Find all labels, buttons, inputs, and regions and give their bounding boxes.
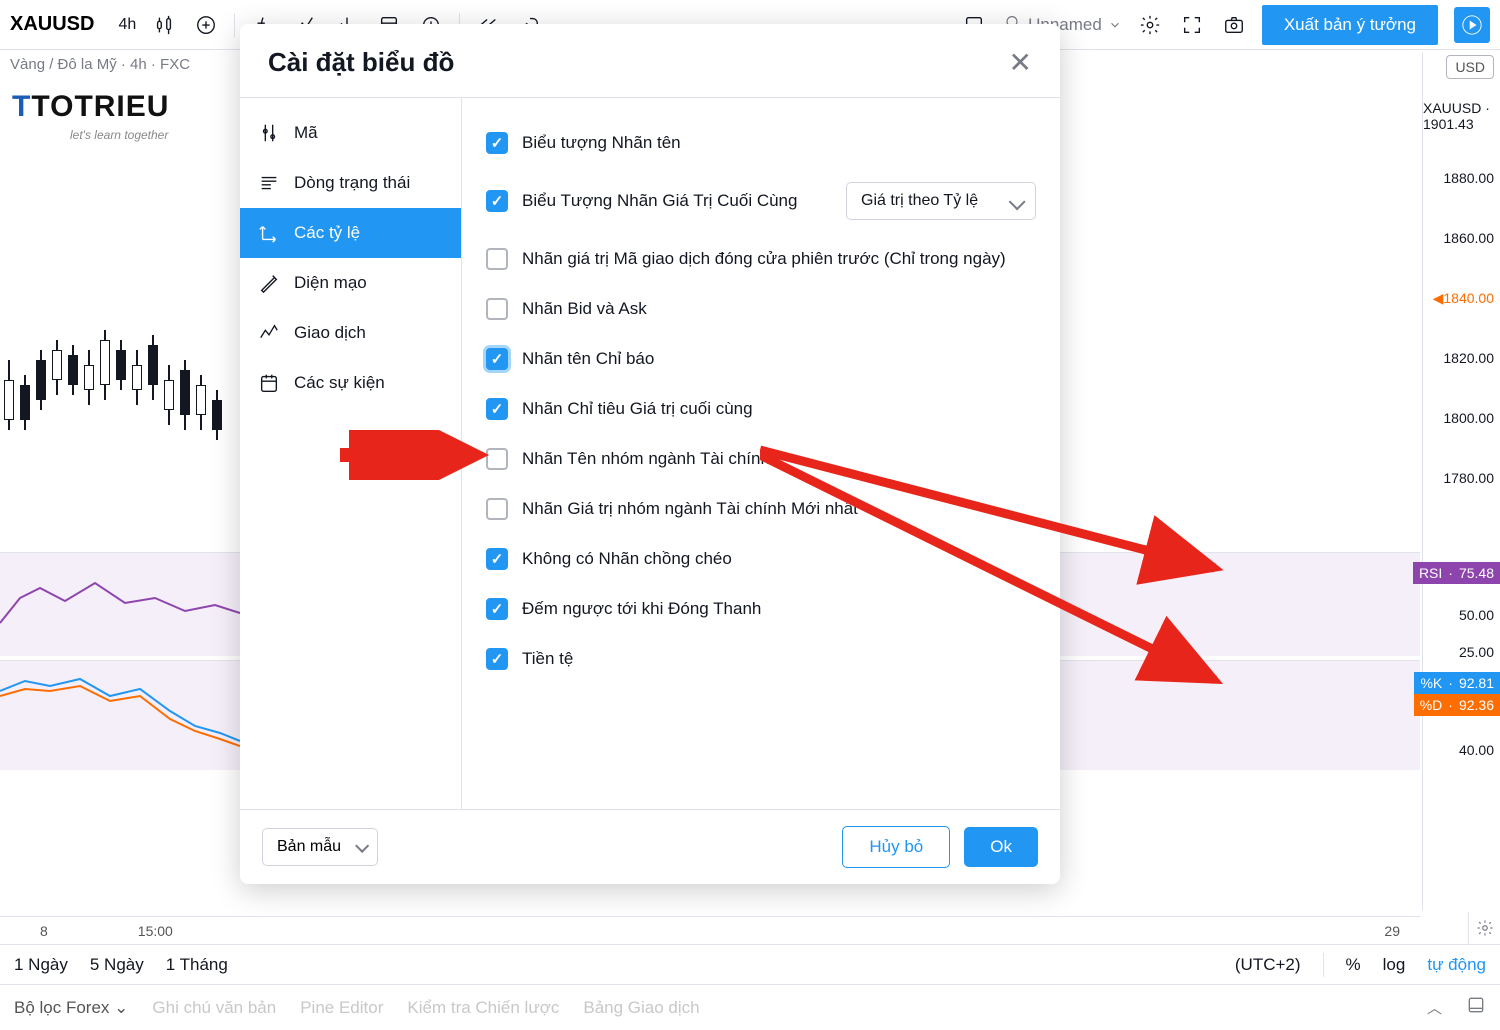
sidebar-item-symbol[interactable]: Mã (240, 108, 461, 158)
timeframe[interactable]: 4h (118, 16, 136, 34)
collapse-icon[interactable]: ︿ (1427, 997, 1442, 1018)
option-label: Không có Nhãn chồng chéo (522, 549, 732, 569)
candlestick-icon[interactable] (150, 11, 178, 39)
option-checkbox[interactable] (486, 348, 508, 370)
option-row: Đếm ngược tới khi Đóng Thanh (486, 584, 1036, 634)
modal-options: Biểu tượng Nhãn tên Biểu Tượng Nhãn Giá T… (462, 98, 1060, 809)
play-button[interactable] (1454, 7, 1490, 43)
trading-panel[interactable]: Bảng Giao dịch (583, 998, 699, 1018)
cancel-button[interactable]: Hủy bỏ (842, 826, 950, 868)
ok-button[interactable]: Ok (964, 827, 1038, 867)
rsi-price-label: RSI·75.48 (1413, 562, 1500, 584)
option-checkbox[interactable] (486, 598, 508, 620)
tf-5d[interactable]: 5 Ngày (90, 955, 144, 975)
panel-icon[interactable] (1466, 995, 1486, 1020)
option-label: Tiền tệ (522, 649, 573, 669)
chart-legend: Vàng / Đô la Mỹ · 4h · FXC (10, 56, 190, 73)
percent-toggle[interactable]: % (1346, 955, 1361, 975)
option-row: Biểu tượng Nhãn tên (486, 118, 1036, 168)
auto-toggle[interactable]: tự động (1427, 955, 1486, 975)
option-label: Nhãn Bid và Ask (522, 299, 647, 319)
d-price-label: %D·92.36 (1414, 694, 1500, 716)
option-checkbox[interactable] (486, 548, 508, 570)
plus-icon[interactable] (192, 11, 220, 39)
price-axis[interactable]: XAUUSD · 1901.43 1880.00 1860.00 ◀1840.0… (1422, 52, 1500, 910)
sidebar-item-status[interactable]: Dòng trạng thái (240, 158, 461, 208)
k-price-label: %K·92.81 (1414, 672, 1500, 694)
option-label: Đếm ngược tới khi Đóng Thanh (522, 599, 761, 619)
option-row: Nhãn Chỉ tiêu Giá trị cuối cùng (486, 384, 1036, 434)
sidebar-item-events[interactable]: Các sự kiện (240, 358, 461, 408)
option-label: Nhãn Chỉ tiêu Giá trị cuối cùng (522, 399, 753, 419)
settings-icon[interactable] (1136, 11, 1164, 39)
sidebar-item-trading[interactable]: Giao dịch (240, 308, 461, 358)
option-label: Biểu tượng Nhãn tên (522, 133, 681, 153)
log-toggle[interactable]: log (1383, 955, 1406, 975)
modal-title: Cài đặt biểu đồ (268, 47, 454, 78)
option-checkbox[interactable] (486, 132, 508, 154)
time-axis[interactable]: 8 15:00 29 (0, 916, 1420, 944)
option-label: Nhãn giá trị Mã giao dịch đóng cửa phiên… (522, 249, 1006, 269)
option-label: Nhãn Tên nhóm ngành Tài chính (522, 449, 770, 469)
option-label: Biểu Tượng Nhãn Giá Trị Cuối Cùng (522, 191, 797, 211)
option-checkbox[interactable] (486, 498, 508, 520)
timeframe-footer: 1 Ngày 5 Ngày 1 Tháng (UTC+2) % log tự đ… (0, 944, 1500, 984)
candlestick-chart[interactable] (0, 220, 240, 520)
option-select[interactable]: Giá trị theo Tỷ lệ (846, 182, 1036, 220)
strategy-tester[interactable]: Kiểm tra Chiến lược (407, 998, 559, 1018)
option-row: Nhãn Tên nhóm ngành Tài chính (486, 434, 1036, 484)
bottom-toolbar: Bộ lọc Forex ⌄ Ghi chú văn bản Pine Edit… (0, 984, 1500, 1030)
option-row: Nhãn tên Chỉ báo (486, 334, 1036, 384)
option-row: Không có Nhãn chồng chéo (486, 534, 1036, 584)
timezone[interactable]: (UTC+2) (1235, 955, 1301, 975)
option-checkbox[interactable] (486, 298, 508, 320)
sidebar-item-scales[interactable]: Các tỷ lệ (240, 208, 461, 258)
option-checkbox[interactable] (486, 448, 508, 470)
fullscreen-icon[interactable] (1178, 11, 1206, 39)
option-checkbox[interactable] (486, 190, 508, 212)
option-label: Nhãn Giá trị nhóm ngành Tài chính Mới nh… (522, 499, 858, 519)
modal-sidebar: Mã Dòng trạng thái Các tỷ lệ Diện mạo Gi… (240, 98, 462, 809)
close-icon[interactable]: ✕ (1009, 46, 1032, 79)
option-row: Biểu Tượng Nhãn Giá Trị Cuối Cùng Giá trị… (486, 168, 1036, 234)
option-checkbox[interactable] (486, 248, 508, 270)
option-row: Tiền tệ (486, 634, 1036, 684)
symbol[interactable]: XAUUSD (10, 13, 94, 36)
tf-1d[interactable]: 1 Ngày (14, 955, 68, 975)
sidebar-item-appearance[interactable]: Diện mạo (240, 258, 461, 308)
option-checkbox[interactable] (486, 648, 508, 670)
text-notes[interactable]: Ghi chú văn bản (152, 998, 276, 1018)
template-select[interactable]: Bản mẫu (262, 828, 378, 866)
option-row: Nhãn Giá trị nhóm ngành Tài chính Mới nh… (486, 484, 1036, 534)
axis-symbol: XAUUSD (1423, 100, 1481, 116)
logo-tagline: let's learn together (70, 128, 168, 142)
forex-filter[interactable]: Bộ lọc Forex ⌄ (14, 998, 128, 1018)
chart-settings-modal: Cài đặt biểu đồ ✕ Mã Dòng trạng thái Các… (240, 24, 1060, 884)
axis-settings-icon[interactable] (1468, 912, 1500, 944)
option-label: Nhãn tên Chỉ báo (522, 349, 654, 369)
option-checkbox[interactable] (486, 398, 508, 420)
tf-1m[interactable]: 1 Tháng (166, 955, 228, 975)
option-row: Nhãn Bid và Ask (486, 284, 1036, 334)
logo: TTOTRIEU (12, 90, 169, 124)
separator (234, 13, 235, 37)
pine-editor[interactable]: Pine Editor (300, 998, 383, 1018)
publish-button[interactable]: Xuất bản ý tưởng (1262, 5, 1438, 45)
camera-icon[interactable] (1220, 11, 1248, 39)
option-row: Nhãn giá trị Mã giao dịch đóng cửa phiên… (486, 234, 1036, 284)
